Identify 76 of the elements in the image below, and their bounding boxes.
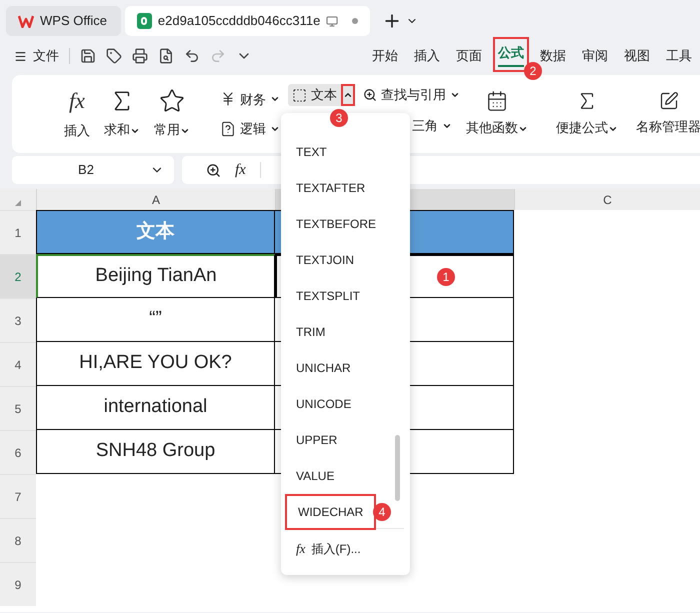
table-cell: SNH48 Group <box>36 430 275 474</box>
function-icon: fx <box>235 158 246 182</box>
tag-icon[interactable] <box>106 48 122 64</box>
menu-item[interactable]: fx 插入(F)... <box>296 539 410 558</box>
table-cell: “” <box>36 298 275 342</box>
caret-icon <box>343 90 353 100</box>
row-header[interactable]: 8 <box>0 518 36 562</box>
menu-item[interactable]: VALUE <box>285 460 346 492</box>
step-number-badge: 1 <box>437 268 455 286</box>
search-document-icon <box>363 88 377 102</box>
menu-item[interactable]: TEXTBEFORE <box>285 208 388 240</box>
monitor-icon <box>326 14 338 28</box>
question-document-icon <box>220 120 236 137</box>
name-box[interactable]: B2 <box>12 156 174 184</box>
table-header-cell: 文本 <box>36 210 275 254</box>
menu-item[interactable]: TEXTJOIN <box>285 244 366 276</box>
menu-item[interactable]: WIDECHAR <box>285 494 376 530</box>
ribbon-tab[interactable]: 工具 <box>666 44 692 68</box>
menu-item[interactable]: TRIM <box>285 316 336 348</box>
print-icon[interactable] <box>132 48 148 64</box>
ribbon-button[interactable]: 逻辑 <box>218 119 282 138</box>
column-header[interactable]: C <box>514 189 700 210</box>
table-cell: international <box>36 386 275 430</box>
star-icon <box>159 88 185 114</box>
save-icon[interactable] <box>80 48 96 64</box>
menu-item[interactable]: TEXTSPLIT <box>285 280 372 312</box>
row-header[interactable]: 3 <box>0 298 36 342</box>
zoom-icon[interactable] <box>206 162 221 178</box>
row-header[interactable]: 1 <box>0 210 36 254</box>
text-functions-button[interactable]: 文本 <box>288 84 341 106</box>
function-icon: fx <box>69 87 85 116</box>
ribbon-tab[interactable]: 插入 <box>414 44 440 68</box>
ribbon-button[interactable]: 常用 <box>154 88 190 140</box>
row-header[interactable]: 9 <box>0 562 36 606</box>
document-tab[interactable]: e2d9a105ccdddb046cc311e <box>125 6 370 36</box>
document-tab[interactable]: WPS Office <box>6 6 121 36</box>
menu-icon[interactable] <box>14 50 27 62</box>
scrollbar-thumb[interactable] <box>395 435 400 501</box>
calendar-icon <box>486 90 508 112</box>
ribbon-tab[interactable]: 审阅 <box>582 44 608 68</box>
ribbon-tab[interactable]: 视图 <box>624 44 650 68</box>
row-header[interactable]: 4 <box>0 342 36 386</box>
step-number-badge: 2 <box>524 62 542 80</box>
menu-item[interactable]: UNICHAR <box>285 352 362 384</box>
tab-title: WPS Office <box>40 12 107 30</box>
ribbon-button[interactable]: 名称管理器 <box>630 75 700 153</box>
tab-title: e2d9a105ccdddb046cc311e <box>158 12 320 30</box>
undo-icon[interactable] <box>184 48 200 64</box>
ribbon-button[interactable]: 求和 <box>104 88 140 140</box>
ribbon-tab[interactable]: 开始 <box>372 44 398 68</box>
ribbon-button[interactable]: 三角 <box>412 116 460 136</box>
caret-icon <box>450 90 460 100</box>
row-header[interactable]: 7 <box>0 474 36 518</box>
menu-item[interactable]: UPPER <box>285 424 348 456</box>
ribbon-button[interactable]: fx 插入 <box>64 87 90 141</box>
table-cell: HI,ARE YOU OK? <box>36 342 275 386</box>
ribbon-button[interactable]: 查找与引用 <box>363 85 460 105</box>
print-preview-icon[interactable] <box>158 48 174 64</box>
table-cell: Beijing TianAn <box>36 254 275 298</box>
logo-icon <box>18 14 34 28</box>
ribbon-button[interactable]: 财务 <box>218 90 282 109</box>
row-header[interactable]: 5 <box>0 386 36 430</box>
spreadsheet-icon <box>137 13 152 29</box>
text-box-icon <box>292 88 307 102</box>
step-number-badge: 3 <box>330 109 348 127</box>
ribbon-button[interactable]: 便捷公式 <box>544 75 630 153</box>
row-header[interactable]: 6 <box>0 430 36 474</box>
menu-item[interactable]: UNICODE <box>285 388 362 420</box>
dropdown-toggle-button[interactable] <box>341 84 355 106</box>
pen-icon <box>658 91 678 112</box>
ribbon-tab[interactable]: 页面 <box>456 44 482 68</box>
step-number-badge: 4 <box>373 503 391 521</box>
ribbon-tab[interactable]: 数据 <box>540 44 566 68</box>
row-header[interactable]: 2 <box>0 254 36 298</box>
function-icon: fx <box>296 539 306 558</box>
file-menu[interactable]: 文件 <box>33 46 59 66</box>
